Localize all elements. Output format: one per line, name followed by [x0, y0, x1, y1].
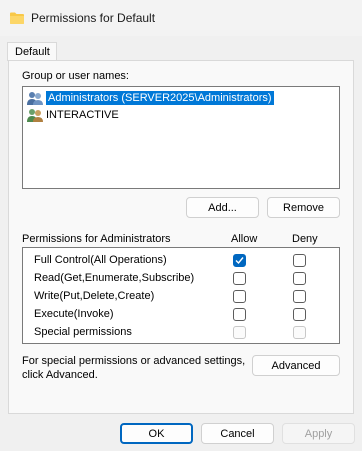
- permissions-label: Permissions for Administrators: [22, 233, 171, 245]
- allow-checkbox-full-control[interactable]: [233, 254, 246, 267]
- folder-icon: [10, 12, 24, 24]
- group-icon: [27, 91, 43, 105]
- user-list-item-label: INTERACTIVE: [46, 109, 119, 121]
- user-list-item-label: Administrators (SERVER2025\Administrator…: [46, 91, 274, 105]
- permission-row: Execute(Invoke): [23, 306, 339, 324]
- permission-name: Special permissions: [34, 326, 132, 338]
- deny-checkbox-execute[interactable]: [293, 308, 306, 321]
- cancel-button[interactable]: Cancel: [201, 423, 274, 444]
- allow-column-header: Allow: [231, 233, 258, 245]
- deny-column-header: Deny: [292, 233, 318, 245]
- deny-checkbox-full-control[interactable]: [293, 254, 306, 267]
- permission-row: Write(Put,Delete,Create): [23, 288, 339, 306]
- allow-checkbox-special: [233, 326, 246, 339]
- deny-checkbox-write[interactable]: [293, 290, 306, 303]
- permissions-list: Full Control(All Operations) Read(Get,En…: [22, 247, 340, 344]
- group-names-label: Group or user names:: [22, 70, 129, 82]
- group-icon: [27, 108, 43, 122]
- deny-checkbox-read[interactable]: [293, 272, 306, 285]
- advanced-note-line1: For special permissions or advanced sett…: [22, 355, 246, 367]
- add-button[interactable]: Add...: [186, 197, 259, 218]
- permission-name: Full Control(All Operations): [34, 254, 167, 266]
- permission-row: Special permissions: [23, 324, 339, 342]
- tab-default[interactable]: Default: [7, 42, 57, 61]
- checkmark-icon: [235, 257, 244, 265]
- permission-row: Read(Get,Enumerate,Subscribe): [23, 270, 339, 288]
- title-bar: Permissions for Default: [0, 0, 362, 36]
- user-list-item-administrators[interactable]: Administrators (SERVER2025\Administrator…: [26, 90, 274, 106]
- advanced-button[interactable]: Advanced: [252, 355, 340, 376]
- deny-checkbox-special: [293, 326, 306, 339]
- apply-button[interactable]: Apply: [282, 423, 355, 444]
- ok-button[interactable]: OK: [120, 423, 193, 444]
- permission-row: Full Control(All Operations): [23, 252, 339, 270]
- permission-name: Read(Get,Enumerate,Subscribe): [34, 272, 195, 284]
- user-list[interactable]: Administrators (SERVER2025\Administrator…: [22, 86, 340, 189]
- allow-checkbox-read[interactable]: [233, 272, 246, 285]
- advanced-note-line2: click Advanced.: [22, 369, 98, 381]
- permission-name: Execute(Invoke): [34, 308, 114, 320]
- allow-checkbox-execute[interactable]: [233, 308, 246, 321]
- window-title: Permissions for Default: [31, 11, 156, 25]
- allow-checkbox-write[interactable]: [233, 290, 246, 303]
- remove-button[interactable]: Remove: [267, 197, 340, 218]
- permission-name: Write(Put,Delete,Create): [34, 290, 155, 302]
- user-list-item-interactive[interactable]: INTERACTIVE: [26, 107, 266, 123]
